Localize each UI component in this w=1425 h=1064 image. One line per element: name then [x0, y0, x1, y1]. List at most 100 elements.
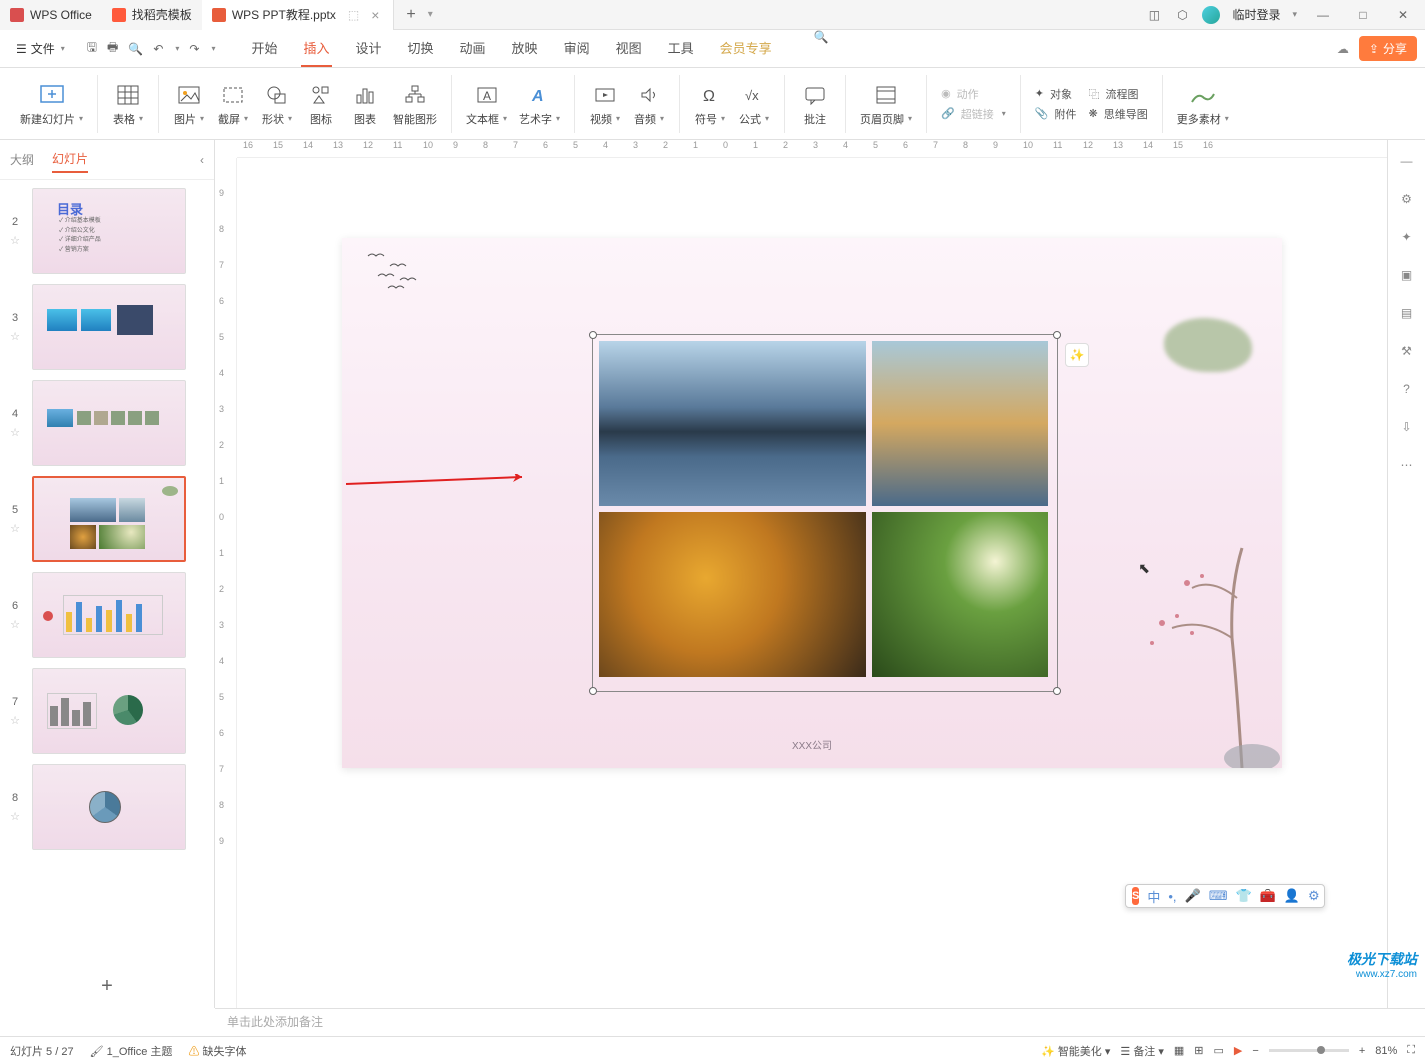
grid-image-mountain[interactable] [599, 341, 866, 506]
slide-thumb-3[interactable] [32, 284, 186, 370]
zoom-slider[interactable] [1269, 1049, 1349, 1052]
share-button[interactable]: ⇪ 分享 [1359, 36, 1417, 61]
tab-add-dropdown[interactable]: ▾ [428, 9, 433, 20]
flowchart-button[interactable]: ⿻ 流程图 [1088, 86, 1147, 102]
icon-button[interactable]: 图标 [299, 79, 343, 129]
comment-button[interactable]: 批注 [793, 79, 837, 129]
picture-button[interactable]: 图片▾ [167, 79, 211, 129]
star-icon[interactable]: ☆ [10, 618, 20, 631]
resize-handle[interactable] [589, 331, 597, 339]
slide-thumb-8[interactable] [32, 764, 186, 850]
view-sorter-icon[interactable]: ⊞ [1194, 1044, 1203, 1057]
minimize-button[interactable]: — [1309, 3, 1337, 27]
star-icon[interactable]: ☆ [10, 522, 20, 535]
save-icon[interactable]: 🖫 [87, 38, 97, 59]
selection-box[interactable]: ✨ [592, 334, 1058, 692]
grid-image-leaf-green[interactable] [872, 512, 1048, 677]
tab-templates[interactable]: 找稻壳模板 [102, 0, 202, 30]
smart-beautify-button[interactable]: ✨ 智能美化 ▾ [1041, 1043, 1110, 1059]
tab-tools[interactable]: 工具 [666, 30, 696, 67]
ime-punct-icon[interactable]: •, [1168, 889, 1176, 904]
maximize-button[interactable]: □ [1349, 3, 1377, 27]
avatar[interactable] [1202, 6, 1220, 24]
star-icon[interactable]: ☆ [10, 714, 20, 727]
mindmap-button[interactable]: ❋ 思维导图 [1088, 106, 1147, 122]
add-slide-button[interactable]: + [0, 965, 214, 1008]
thumb-item[interactable]: 4☆ [4, 380, 210, 466]
magic-icon[interactable]: ⚒ [1401, 344, 1412, 358]
close-button[interactable]: ✕ [1389, 3, 1417, 27]
slide-thumb-7[interactable] [32, 668, 186, 754]
undo-icon[interactable]: ↶ [153, 42, 163, 56]
tab-home[interactable]: 开始 [249, 30, 279, 67]
sparkle-icon[interactable]: ✦ [1401, 230, 1411, 244]
table-button[interactable]: 表格▾ [106, 79, 150, 129]
textbox-button[interactable]: A 文本框▾ [460, 79, 513, 129]
clipboard-icon[interactable]: ▤ [1401, 306, 1412, 320]
tab-insert[interactable]: 插入 [301, 30, 331, 67]
tab-close-icon[interactable]: × [371, 7, 379, 23]
star-icon[interactable]: ☆ [10, 234, 20, 247]
more-materials-button[interactable]: 更多素材▾ [1171, 79, 1235, 129]
download-icon[interactable]: ⇩ [1401, 420, 1411, 434]
smartart-button[interactable]: 智能图形 [387, 79, 443, 129]
wordart-button[interactable]: A 艺术字▾ [513, 79, 566, 129]
collapse-icon[interactable]: ‹ [200, 153, 204, 167]
audio-button[interactable]: 音频▾ [627, 79, 671, 129]
star-icon[interactable]: ☆ [10, 426, 20, 439]
tab-add-button[interactable]: + [394, 6, 427, 24]
zoom-in-button[interactable]: + [1359, 1045, 1365, 1057]
resize-handle[interactable] [589, 687, 597, 695]
login-dropdown-icon[interactable]: ▾ [1292, 9, 1297, 20]
resize-handle[interactable] [1053, 331, 1061, 339]
ime-lang[interactable]: 中 [1147, 887, 1160, 906]
new-slide-button[interactable]: 新建幻灯片▾ [14, 79, 89, 129]
ime-skin-icon[interactable]: 👕 [1235, 888, 1251, 904]
thumb-item[interactable]: 6☆ [4, 572, 210, 658]
print-icon[interactable]: 🖶 [107, 38, 118, 59]
notes-toggle[interactable]: ☰ 备注 ▾ [1120, 1043, 1164, 1059]
slide-thumb-6[interactable] [32, 572, 186, 658]
ime-user-icon[interactable]: 👤 [1284, 888, 1300, 904]
screenshot-button[interactable]: 截屏▾ [211, 79, 255, 129]
view-normal-icon[interactable]: ▦ [1174, 1044, 1184, 1057]
grid-image-leaf-yellow[interactable] [599, 512, 866, 677]
tab-wps-office[interactable]: WPS Office [0, 0, 102, 30]
slides-tab[interactable]: 幻灯片 [52, 146, 88, 173]
tab-slideshow[interactable]: 放映 [510, 30, 540, 67]
tab-transition[interactable]: 切换 [406, 30, 436, 67]
object-button[interactable]: ✦ 对象 [1035, 86, 1077, 102]
preview-icon[interactable]: 🔍 [128, 42, 143, 56]
tab-document[interactable]: WPS PPT教程.pptx ⬚ × [202, 0, 395, 30]
redo-icon[interactable]: ↷ [189, 42, 199, 56]
view-reading-icon[interactable]: ▭ [1214, 1044, 1224, 1057]
missing-font-warning[interactable]: ⚠ 缺失字体 [188, 1043, 246, 1059]
more-icon[interactable]: ⋯ [1401, 458, 1413, 472]
thumb-item[interactable]: 3☆ [4, 284, 210, 370]
canvas-scroll[interactable]: ✨ XXX公司 ⬉ [215, 158, 1387, 1008]
property-icon[interactable]: ⚙ [1401, 192, 1412, 206]
layers-icon[interactable]: ▣ [1401, 268, 1412, 282]
thumb-item[interactable]: 5☆ [4, 476, 210, 562]
thumb-item[interactable]: 8☆ [4, 764, 210, 850]
tab-review[interactable]: 审阅 [562, 30, 592, 67]
equation-button[interactable]: √x 公式▾ [732, 79, 776, 129]
outline-tab[interactable]: 大纲 [10, 147, 34, 172]
collapse-right-icon[interactable]: — [1401, 154, 1413, 168]
grid-image-lake[interactable] [872, 341, 1048, 506]
ime-voice-icon[interactable]: 🎤 [1185, 888, 1201, 904]
ime-toolbar[interactable]: S 中 •, 🎤 ⌨ 👕 🧰 👤 ⚙ [1125, 884, 1325, 908]
tab-design[interactable]: 设计 [354, 30, 384, 67]
chevron-down-icon[interactable]: ▾ [175, 44, 179, 53]
tab-view[interactable]: 视图 [614, 30, 644, 67]
cloud-icon[interactable]: ☁ [1337, 42, 1349, 56]
view-slideshow-icon[interactable]: ▶ [1234, 1044, 1242, 1057]
cube-icon[interactable]: ⬡ [1174, 7, 1190, 23]
thumbs-list[interactable]: 2☆ 目录 ✓ 介绍基本模板 ✓ 介绍公文化 ✓ 详细介绍产品 ✓ 营销方案 3… [0, 180, 214, 965]
slide-stage[interactable]: ✨ XXX公司 ⬉ [342, 238, 1282, 768]
star-icon[interactable]: ☆ [10, 810, 20, 823]
zoom-value[interactable]: 81% [1375, 1045, 1397, 1057]
thumb-item[interactable]: 2☆ 目录 ✓ 介绍基本模板 ✓ 介绍公文化 ✓ 详细介绍产品 ✓ 营销方案 [4, 188, 210, 274]
tab-member[interactable]: 会员专享 [718, 30, 774, 67]
tab-animation[interactable]: 动画 [458, 30, 488, 67]
